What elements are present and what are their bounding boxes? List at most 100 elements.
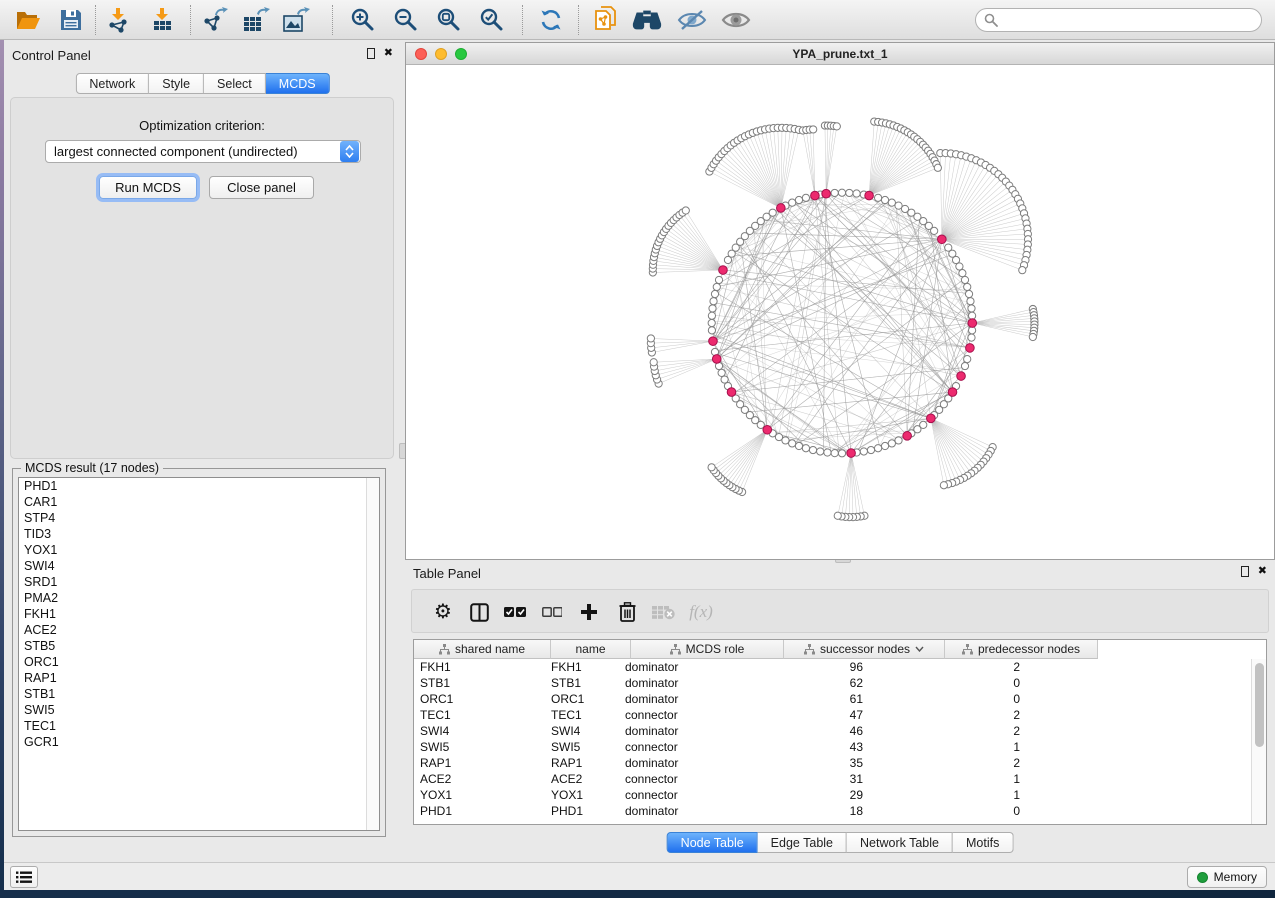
list-item[interactable]: PMA2 (19, 590, 379, 606)
list-item[interactable]: FKH1 (19, 606, 379, 622)
table-row[interactable]: ACE2ACE2connector311 (414, 771, 1251, 787)
list-item[interactable]: YOX1 (19, 542, 379, 558)
export-network-icon[interactable] (199, 6, 231, 34)
close-window-icon[interactable] (415, 48, 427, 60)
network-window-titlebar[interactable]: YPA_prune.txt_1 (406, 43, 1274, 65)
maximize-window-icon[interactable] (455, 48, 467, 60)
close-panel-button[interactable]: Close panel (209, 176, 314, 199)
table-cell: connector (619, 772, 766, 786)
mcds-result-group: MCDS result (17 nodes) PHD1CAR1STP4TID3Y… (12, 468, 386, 837)
export-table-icon[interactable] (240, 6, 272, 34)
table-panel-tabs: Node TableEdge TableNetwork TableMotifs (667, 832, 1014, 853)
table-row[interactable]: PHD1PHD1dominator180 (414, 803, 1251, 819)
list-item[interactable]: TID3 (19, 526, 379, 542)
open-session-icon[interactable] (12, 6, 44, 34)
close-panel-icon[interactable]: ✖ (384, 48, 393, 59)
show-graphics-details-icon[interactable] (720, 6, 752, 34)
table-row[interactable]: RAP1RAP1dominator352 (414, 755, 1251, 771)
table-row[interactable]: STB1STB1dominator620 (414, 675, 1251, 691)
column-header-shared-name[interactable]: shared name (414, 640, 551, 659)
table-cell: SWI5 (414, 740, 545, 754)
export-image-icon[interactable] (280, 6, 312, 34)
table-cell: dominator (619, 676, 766, 690)
save-session-icon[interactable] (55, 6, 87, 34)
column-header-successor-nodes[interactable]: successor nodes (784, 640, 945, 659)
table-row[interactable]: TEC1TEC1connector472 (414, 707, 1251, 723)
mcds-result-list: PHD1CAR1STP4TID3YOX1SWI4SRD1PMA2FKH1ACE2… (18, 477, 380, 831)
table-cell: 0 (895, 692, 1034, 706)
zoom-fit-icon[interactable] (433, 6, 465, 34)
tab-mcds[interactable]: MCDS (266, 73, 330, 94)
list-item[interactable]: CAR1 (19, 494, 379, 510)
add-column-icon[interactable] (576, 601, 602, 623)
table-cell: dominator (619, 724, 766, 738)
list-item[interactable]: GCR1 (19, 734, 379, 750)
list-item[interactable]: STB1 (19, 686, 379, 702)
list-scrollbar[interactable] (366, 478, 379, 830)
memory-button[interactable]: Memory (1187, 866, 1267, 888)
table-row[interactable]: ORC1ORC1dominator610 (414, 691, 1251, 707)
table-scrollbar[interactable] (1251, 659, 1266, 824)
criterion-select[interactable]: largest connected component (undirected) (45, 140, 361, 163)
column-header-MCDS-role[interactable]: MCDS role (631, 640, 784, 659)
deselect-all-icon[interactable] (539, 601, 565, 623)
list-item[interactable]: ACE2 (19, 622, 379, 638)
control-panel-title: Control Panel (12, 48, 91, 63)
table-cell: RAP1 (414, 756, 545, 770)
tab-select[interactable]: Select (204, 73, 266, 94)
delete-column-icon[interactable] (614, 601, 640, 623)
list-item[interactable]: PHD1 (19, 478, 379, 494)
select-all-icon[interactable] (502, 601, 528, 623)
hide-graphics-details-icon[interactable] (676, 6, 708, 34)
table-cell: 1 (895, 740, 1034, 754)
tab-network[interactable]: Network (75, 73, 149, 94)
table-cell: TEC1 (545, 708, 619, 722)
tab-network-table[interactable]: Network Table (847, 832, 953, 853)
minimize-window-icon[interactable] (435, 48, 447, 60)
run-mcds-button[interactable]: Run MCDS (99, 176, 197, 199)
list-item[interactable]: STP4 (19, 510, 379, 526)
list-item[interactable]: SWI5 (19, 702, 379, 718)
close-panel-icon[interactable]: ✖ (1258, 566, 1267, 577)
table-cell: ORC1 (545, 692, 619, 706)
tab-node-table[interactable]: Node Table (667, 832, 758, 853)
split-columns-icon[interactable] (466, 601, 492, 623)
list-item[interactable]: TEC1 (19, 718, 379, 734)
tab-edge-table[interactable]: Edge Table (758, 832, 847, 853)
zoom-selected-icon[interactable] (476, 6, 508, 34)
mcds-tab-content: Optimization criterion: largest connecte… (10, 97, 394, 459)
tab-style[interactable]: Style (149, 73, 204, 94)
function-builder-icon: f(x) (688, 601, 714, 623)
table-row[interactable]: SWI5SWI5connector431 (414, 739, 1251, 755)
new-network-from-selection-icon[interactable] (590, 6, 622, 34)
list-item[interactable]: ORC1 (19, 654, 379, 670)
column-header-predecessor-nodes[interactable]: predecessor nodes (945, 640, 1098, 659)
column-header-name[interactable]: name (551, 640, 631, 659)
import-network-icon[interactable] (103, 6, 135, 34)
float-panel-icon[interactable] (367, 48, 375, 59)
task-history-icon[interactable] (10, 866, 38, 888)
zoom-in-icon[interactable] (347, 6, 379, 34)
list-item[interactable]: SWI4 (19, 558, 379, 574)
shared-column-icon (670, 644, 681, 655)
table-cell: 47 (766, 708, 895, 722)
float-panel-icon[interactable] (1241, 566, 1249, 577)
tab-motifs[interactable]: Motifs (953, 832, 1013, 853)
search-input[interactable] (975, 8, 1262, 32)
list-item[interactable]: RAP1 (19, 670, 379, 686)
scrollbar-thumb[interactable] (1255, 663, 1264, 747)
first-neighbors-icon[interactable] (631, 6, 663, 34)
table-cell: FKH1 (414, 660, 545, 674)
import-table-icon[interactable] (147, 6, 179, 34)
list-item[interactable]: SRD1 (19, 574, 379, 590)
network-canvas[interactable] (406, 65, 1274, 559)
gear-icon[interactable]: ⚙ (430, 601, 456, 623)
apply-layout-icon[interactable] (535, 6, 567, 34)
network-window-title: YPA_prune.txt_1 (406, 43, 1274, 65)
table-row[interactable]: YOX1YOX1connector291 (414, 787, 1251, 803)
table-cell: ACE2 (414, 772, 545, 786)
table-row[interactable]: FKH1FKH1dominator962 (414, 659, 1251, 675)
zoom-out-icon[interactable] (390, 6, 422, 34)
list-item[interactable]: STB5 (19, 638, 379, 654)
table-row[interactable]: SWI4SWI4dominator462 (414, 723, 1251, 739)
